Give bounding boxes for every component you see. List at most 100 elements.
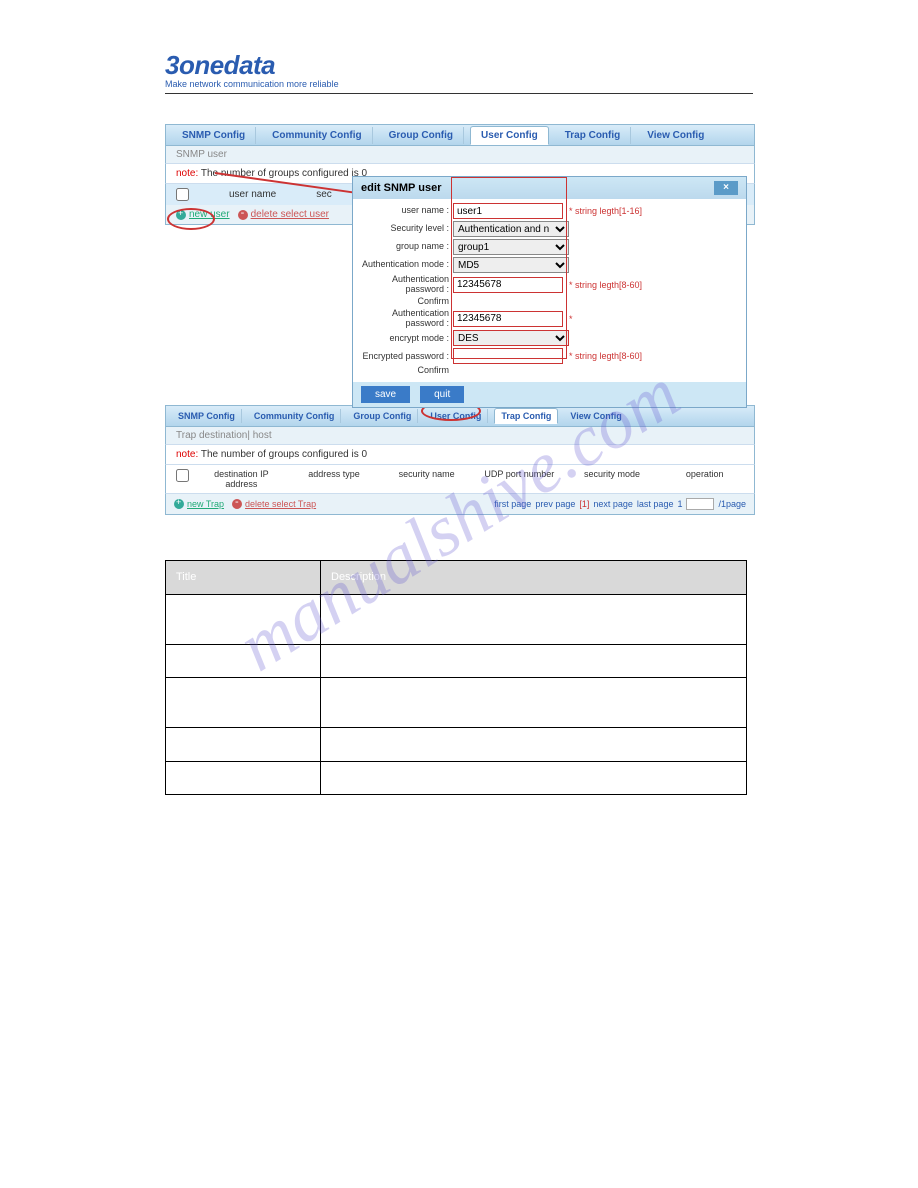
pager-page: 1 [677,499,682,509]
panel-snmp-user: SNMP Config Community Config Group Confi… [165,124,755,225]
doc-r2-label: Security name [166,678,321,728]
tab-user-config[interactable]: User Config [470,126,549,145]
doc-th-title: Title [166,561,321,595]
select-all-checkbox[interactable] [176,188,189,201]
doc-r3-label: UDP port [166,728,321,762]
input-username[interactable] [453,203,563,219]
select-encrypt-mode[interactable]: DES [453,330,569,346]
pager-first[interactable]: first page [494,499,531,509]
panel2-subtitle: Trap destination| host [165,427,755,445]
input-auth-password-2[interactable] [453,311,563,327]
pager-prev[interactable]: prev page [535,499,575,509]
modal-title: edit SNMP user [361,182,442,194]
grid-header: destination IP address address type secu… [165,465,755,494]
edit-snmp-user-modal: edit SNMP user × user name : string legt… [352,176,747,408]
doc-r1-desc: Support ipv4 and ipv6 [321,644,747,678]
hint-username: string legth[1-16] [569,206,642,216]
pager-total: /1page [718,499,746,509]
input-encrypt-password[interactable] [453,348,563,364]
table-row: UDP port Default port number is 162, ple… [166,728,747,762]
doc-r0-desc: The address to receive Trap information.… [321,594,747,644]
delete-icon [238,210,248,220]
tab2-trap[interactable]: Trap Config [494,408,558,424]
panel-trap-config: SNMP Config Community Config Group Confi… [165,405,755,515]
select-security-level[interactable]: Authentication and n [453,221,569,237]
col-dest-ip: destination IP address [200,469,283,489]
modal-titlebar: edit SNMP user × [353,177,746,199]
tab-view-config[interactable]: View Config [637,127,714,144]
tab-trap-config[interactable]: Trap Config [555,127,632,144]
select-auth-mode[interactable]: MD5 [453,257,569,273]
table-row: Destination IP address The address to re… [166,594,747,644]
lbl-confirm-1: Confirm [361,297,453,307]
doc-r4-label: Security mode [166,761,321,795]
note-row-2: note: The number of groups configured is… [165,445,755,465]
doc-r0-label: Destination IP address [166,594,321,644]
table-row: Address type Support ipv4 and ipv6 [166,644,747,678]
note-label-2: note: [176,449,198,460]
pager-next[interactable]: next page [593,499,633,509]
add-icon [176,210,186,220]
lbl-security-level: Security level : [361,224,453,234]
delete-icon-2 [232,499,242,509]
tab-community-config[interactable]: Community Config [262,127,372,144]
hint-asterisk: * [569,314,573,324]
tab2-community[interactable]: Community Config [248,409,342,423]
save-button[interactable]: save [361,386,410,403]
modal-body: user name : string legth[1-16] Security … [353,199,746,382]
panel-subtitle: SNMP user [165,146,755,164]
lbl-group-name: group name : [361,242,453,252]
quit-button[interactable]: quit [420,386,464,403]
doc-r1-label: Address type [166,644,321,678]
note-text-2: The number of groups configured is 0 [201,449,367,460]
doc-r2-desc: If use SNMP v1/v2c, please type in group… [321,678,747,728]
col-sec-mode: security mode [571,469,654,489]
col-addr-type: address type [293,469,376,489]
input-auth-password[interactable] [453,277,563,293]
tab2-snmp[interactable]: SNMP Config [172,409,242,423]
doc-r4-desc: Please select the version: v1/v2c/v3 [321,761,747,795]
logo-header: 3onedata Make network communication more… [165,50,753,94]
lbl-auth-mode: Authentication mode : [361,260,453,270]
logo-slogan: Make network communication more reliable [165,79,753,89]
tab-snmp-config[interactable]: SNMP Config [172,127,256,144]
tab2-view[interactable]: View Config [564,409,627,423]
col-sec: sec [316,189,332,200]
lbl-auth-password-2: Authentication password : [361,309,453,329]
hint-encrypt-password: string legth[8-60] [569,351,642,361]
col-user-name: user name [229,189,276,200]
tab2-group[interactable]: Group Config [347,409,418,423]
note-label: note: [176,168,198,179]
doc-r3-desc: Default port number is 162, please confi… [321,728,747,762]
hint-auth-password: string legth[8-60] [569,280,642,290]
logo-brand: 3onedata [165,50,753,81]
table-row: Security name If use SNMP v1/v2c, please… [166,678,747,728]
new-trap-link[interactable]: new Trap [174,498,224,510]
doc-th-desc: Description [321,561,747,595]
grid-select-all[interactable] [176,469,189,482]
col-udp-port: UDP port number [478,469,561,489]
doc-table: Title Description Destination IP address… [165,560,747,795]
lbl-confirm-2: Confirm [361,366,453,376]
tab-bar-1: SNMP Config Community Config Group Confi… [165,124,755,146]
delete-trap-link[interactable]: delete select Trap [232,498,316,510]
select-group-name[interactable]: group1 [453,239,569,255]
pager-input[interactable] [686,498,714,510]
grid-footer: new Trap delete select Trap first page p… [165,494,755,515]
pager-last[interactable]: last page [637,499,674,509]
lbl-username: user name : [361,206,453,216]
modal-close-button[interactable]: × [714,181,738,195]
col-sec-name: security name [385,469,468,489]
table-row: Security mode Please select the version:… [166,761,747,795]
pager-current: [1] [579,499,589,509]
new-user-link[interactable]: new user [176,209,230,220]
tab2-user[interactable]: User Config [424,409,488,423]
tab-group-config[interactable]: Group Config [379,127,464,144]
delete-user-link[interactable]: delete select user [238,209,329,220]
lbl-encrypt-password: Encrypted password : [361,352,453,362]
add-icon-2 [174,499,184,509]
col-operation: operation [663,469,746,489]
note-text: The number of groups configured is 0 [201,168,367,179]
pager: first page prev page [1] next page last … [494,498,746,510]
modal-footer: save quit [353,382,746,407]
